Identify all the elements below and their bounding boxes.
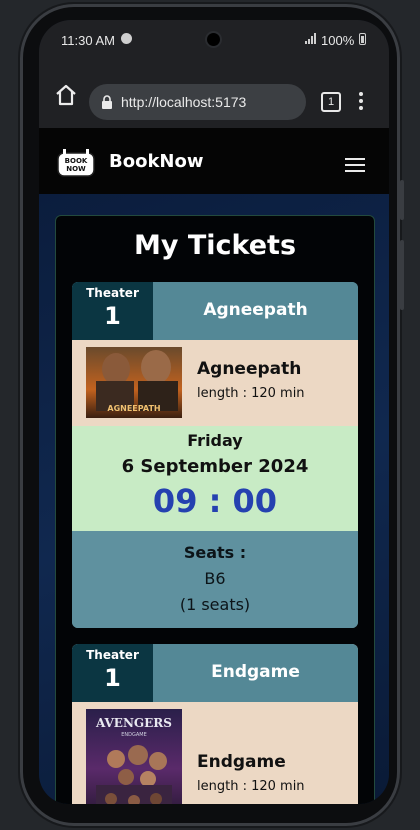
app-navbar: BOOK NOW BookNow bbox=[39, 128, 389, 194]
show-date: 6 September 2024 bbox=[121, 456, 309, 477]
show-time: 09 : 00 bbox=[152, 482, 278, 520]
ticket-card[interactable]: Theater 1 Agneepath AGNEEPATH Agneepath … bbox=[72, 282, 358, 628]
movie-name: Endgame bbox=[197, 752, 286, 772]
more-vert-icon[interactable] bbox=[357, 92, 365, 112]
url-text: http://localhost:5173 bbox=[121, 94, 247, 110]
seat-numbers: B6 bbox=[204, 569, 226, 588]
movie-name: Agneepath bbox=[197, 359, 302, 379]
battery-percent: 100% bbox=[321, 33, 355, 48]
logo-text-top: BOOK bbox=[65, 157, 88, 165]
seat-count: (1 seats) bbox=[179, 595, 251, 614]
signal-icon bbox=[305, 33, 316, 44]
front-camera bbox=[207, 33, 220, 46]
status-bar: 11:30 AM 100% bbox=[39, 20, 389, 62]
theater-label: Theater bbox=[86, 286, 139, 300]
movie-info: AVENGERS ENDGAME Endgame length : 120 mi bbox=[72, 702, 358, 804]
tickets-panel: My Tickets Theater 1 Agneepath AGNEEPATH… bbox=[55, 215, 375, 804]
ticket-card[interactable]: Theater 1 Endgame AVENGERS ENDGAME Endga… bbox=[72, 644, 358, 804]
show-day: Friday bbox=[187, 431, 243, 450]
battery-icon bbox=[359, 33, 366, 45]
ticket-header: Theater 1 Agneepath bbox=[72, 282, 358, 340]
power-button bbox=[400, 240, 404, 310]
spotify-icon bbox=[121, 33, 132, 44]
theater-number: 1 bbox=[104, 302, 121, 330]
showtime-section: Friday 6 September 2024 09 : 00 bbox=[72, 426, 358, 531]
main-content: My Tickets Theater 1 Agneepath AGNEEPATH… bbox=[39, 194, 389, 804]
theater-block: Theater 1 bbox=[72, 644, 153, 702]
logo-text-bottom: NOW bbox=[66, 165, 86, 173]
browser-toolbar: http://localhost:5173 1 bbox=[39, 62, 389, 128]
poster-subcaption: ENDGAME bbox=[121, 732, 147, 738]
poster-caption: AVENGERS bbox=[95, 716, 172, 730]
booknow-logo[interactable]: BOOK NOW bbox=[57, 148, 95, 178]
address-bar[interactable]: http://localhost:5173 bbox=[89, 84, 306, 120]
theater-label: Theater bbox=[86, 648, 139, 662]
brand-name[interactable]: BookNow bbox=[109, 151, 203, 172]
hamburger-menu-icon[interactable] bbox=[345, 158, 365, 172]
tabs-icon[interactable]: 1 bbox=[321, 92, 341, 112]
poster-caption: AGNEEPATH bbox=[107, 404, 160, 413]
ticket-header: Theater 1 Endgame bbox=[72, 644, 358, 702]
seats-section: Seats : B6 (1 seats) bbox=[72, 531, 358, 628]
ticket-title: Agneepath bbox=[203, 300, 308, 320]
page-title: My Tickets bbox=[133, 230, 297, 261]
phone-screen: 11:30 AM 100% http://localhost:5173 1 BO… bbox=[39, 20, 389, 804]
theater-block: Theater 1 bbox=[72, 282, 153, 340]
movie-poster: AGNEEPATH bbox=[86, 347, 182, 418]
movie-length: length : 120 min bbox=[197, 779, 305, 794]
movie-length: length : 120 min bbox=[197, 386, 305, 401]
movie-poster: AVENGERS ENDGAME bbox=[86, 709, 182, 804]
volume-button bbox=[400, 180, 404, 220]
lock-icon bbox=[102, 95, 112, 109]
home-icon[interactable] bbox=[55, 84, 77, 106]
ticket-title: Endgame bbox=[211, 662, 300, 682]
movie-info: AGNEEPATH Agneepath length : 120 min bbox=[72, 340, 358, 426]
seats-label: Seats : bbox=[183, 543, 247, 562]
status-time: 11:30 AM bbox=[61, 33, 115, 48]
theater-number: 1 bbox=[104, 664, 121, 692]
